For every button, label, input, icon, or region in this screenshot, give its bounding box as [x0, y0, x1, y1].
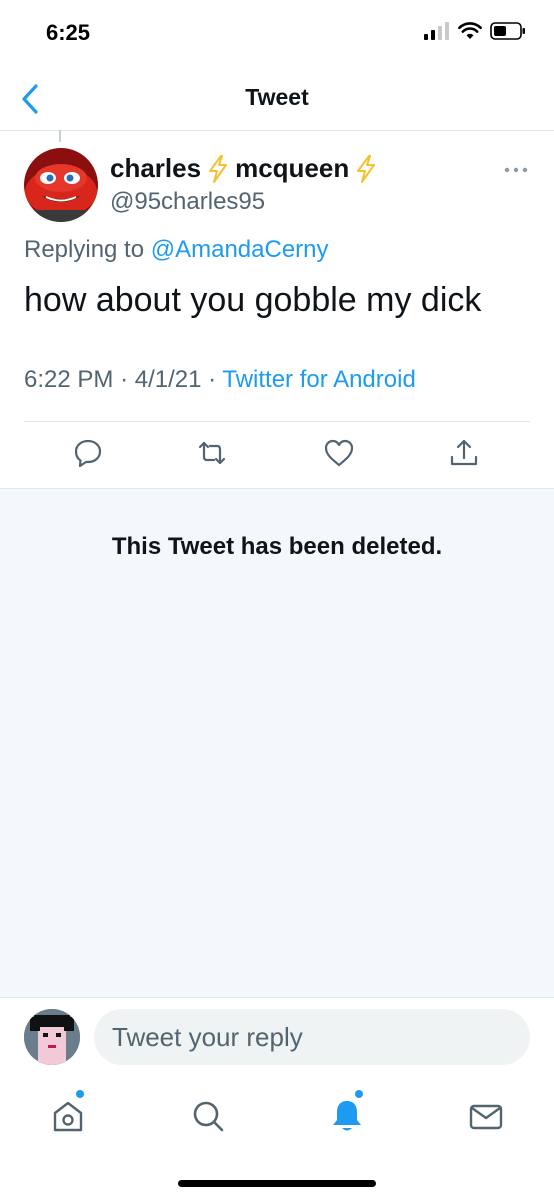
- share-icon: [450, 439, 478, 466]
- more-button[interactable]: [504, 161, 528, 173]
- wifi-icon: [458, 22, 482, 39]
- replying-to-link[interactable]: @AmandaCerny: [151, 236, 329, 263]
- tab-search[interactable]: [188, 1096, 228, 1136]
- retweet-button[interactable]: [196, 437, 228, 469]
- author-name[interactable]: charles mcqueen: [110, 153, 377, 184]
- divider: [24, 421, 530, 422]
- replying-prefix: Replying to: [24, 236, 145, 263]
- tweet-date: 4/1/21: [134, 366, 202, 393]
- deleted-notice: This Tweet has been deleted.: [111, 533, 443, 560]
- signal-icon: [424, 22, 449, 40]
- home-icon: [53, 1101, 83, 1132]
- messages-icon: [469, 1104, 503, 1130]
- reply-bar: Tweet your reply: [0, 997, 554, 1076]
- tab-home[interactable]: [48, 1090, 88, 1136]
- lightning-icon: [209, 154, 228, 183]
- meta-separator: ·: [120, 366, 135, 393]
- reply-icon: [74, 439, 102, 468]
- tweet-source[interactable]: Twitter for Android: [222, 366, 415, 393]
- share-button[interactable]: [448, 437, 480, 469]
- search-icon: [193, 1101, 224, 1132]
- author-name-second: mcqueen: [235, 153, 350, 183]
- battery-icon: [490, 22, 525, 40]
- tab-notifications[interactable]: [327, 1090, 367, 1136]
- tweet-actions: [0, 423, 554, 487]
- reply-input[interactable]: Tweet your reply: [94, 1009, 530, 1065]
- like-button[interactable]: [323, 437, 355, 469]
- status-time: 6:25: [46, 20, 91, 45]
- tweet-meta: 6:22 PM · 4/1/21 · Twitter for Android: [24, 366, 416, 394]
- author-handle[interactable]: @95charles95: [110, 188, 265, 216]
- nav-bar: Tweet: [0, 70, 554, 131]
- author-name-first: charles: [110, 153, 202, 183]
- retweet-icon: [198, 441, 226, 465]
- tab-messages[interactable]: [466, 1096, 506, 1136]
- my-avatar: [24, 1009, 80, 1065]
- tweet-detail: charles mcqueen @95charles95 Replying to…: [0, 131, 554, 489]
- notifications-unread-dot: [355, 1090, 363, 1098]
- more-icon: [504, 167, 528, 173]
- home-indicator: [178, 1180, 376, 1187]
- reply-button[interactable]: [72, 437, 104, 469]
- status-bar: 6:25: [0, 0, 554, 70]
- replying-to: Replying to @AmandaCerny: [24, 236, 329, 264]
- deleted-tweet-panel: This Tweet has been deleted.: [0, 489, 554, 997]
- tweet-text: how about you gobble my dick: [24, 281, 482, 319]
- page-title: Tweet: [245, 84, 309, 110]
- meta-separator: ·: [208, 366, 223, 393]
- status-icons: [424, 22, 526, 40]
- like-icon: [324, 439, 354, 467]
- home-unread-dot: [76, 1090, 84, 1098]
- tweet-time: 6:22 PM: [24, 366, 114, 393]
- author-avatar[interactable]: [24, 148, 98, 222]
- notifications-icon: [333, 1101, 361, 1131]
- lightning-icon: [357, 154, 376, 183]
